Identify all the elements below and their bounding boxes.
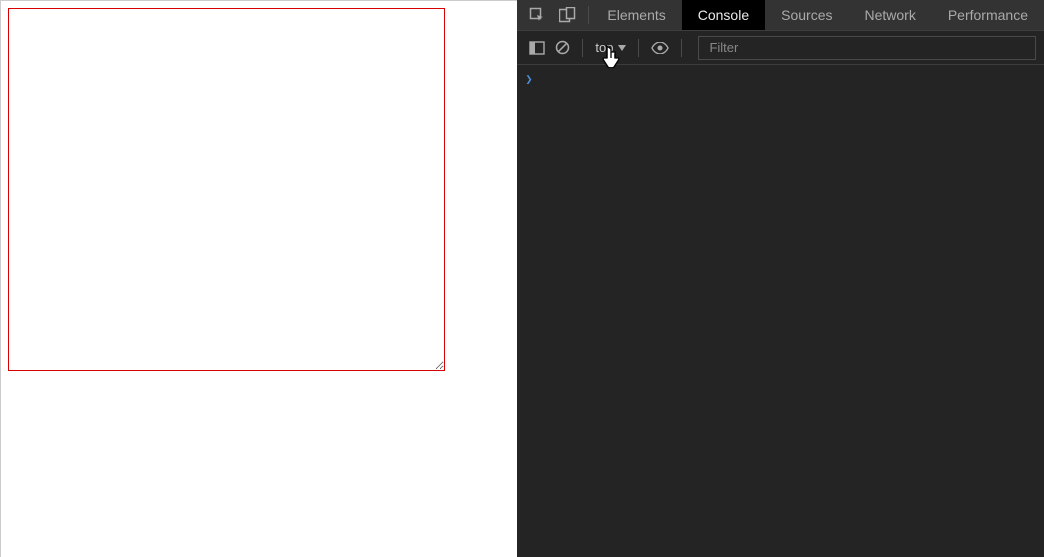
tabbar-divider: [588, 6, 589, 24]
inspect-icon[interactable]: [529, 7, 545, 23]
console-toolbar: top: [517, 31, 1044, 65]
toolbar-divider-3: [681, 39, 682, 57]
clear-console-icon[interactable]: [555, 40, 570, 55]
page-textarea[interactable]: [8, 8, 445, 371]
filter-input[interactable]: [698, 36, 1036, 60]
tab-label: Network: [864, 7, 915, 23]
execution-context-selector[interactable]: top: [595, 40, 626, 55]
sidebar-toggle-icon[interactable]: [529, 41, 545, 55]
tab-label: Sources: [781, 7, 832, 23]
tab-sources[interactable]: Sources: [765, 0, 848, 30]
devtools-panel: Elements Console Sources Network Perform…: [517, 0, 1044, 557]
console-output-area[interactable]: ❯: [517, 65, 1044, 557]
tab-label: Performance: [948, 7, 1028, 23]
devtools-tabbar: Elements Console Sources Network Perform…: [517, 0, 1044, 31]
context-label: top: [595, 40, 613, 55]
tab-label: Console: [698, 7, 749, 23]
tabbar-icon-group: [517, 0, 586, 30]
toolbar-divider-2: [638, 39, 639, 57]
console-prompt-caret: ❯: [525, 72, 532, 86]
webpage-content-pane: [0, 0, 517, 557]
tab-performance[interactable]: Performance: [932, 0, 1044, 30]
eye-icon[interactable]: [651, 42, 669, 54]
chevron-down-icon: [618, 45, 626, 51]
device-icon[interactable]: [559, 7, 576, 23]
tab-elements[interactable]: Elements: [591, 0, 681, 30]
tab-network[interactable]: Network: [848, 0, 931, 30]
tab-console[interactable]: Console: [682, 0, 765, 30]
toolbar-divider-1: [582, 39, 583, 57]
tab-label: Elements: [607, 7, 665, 23]
